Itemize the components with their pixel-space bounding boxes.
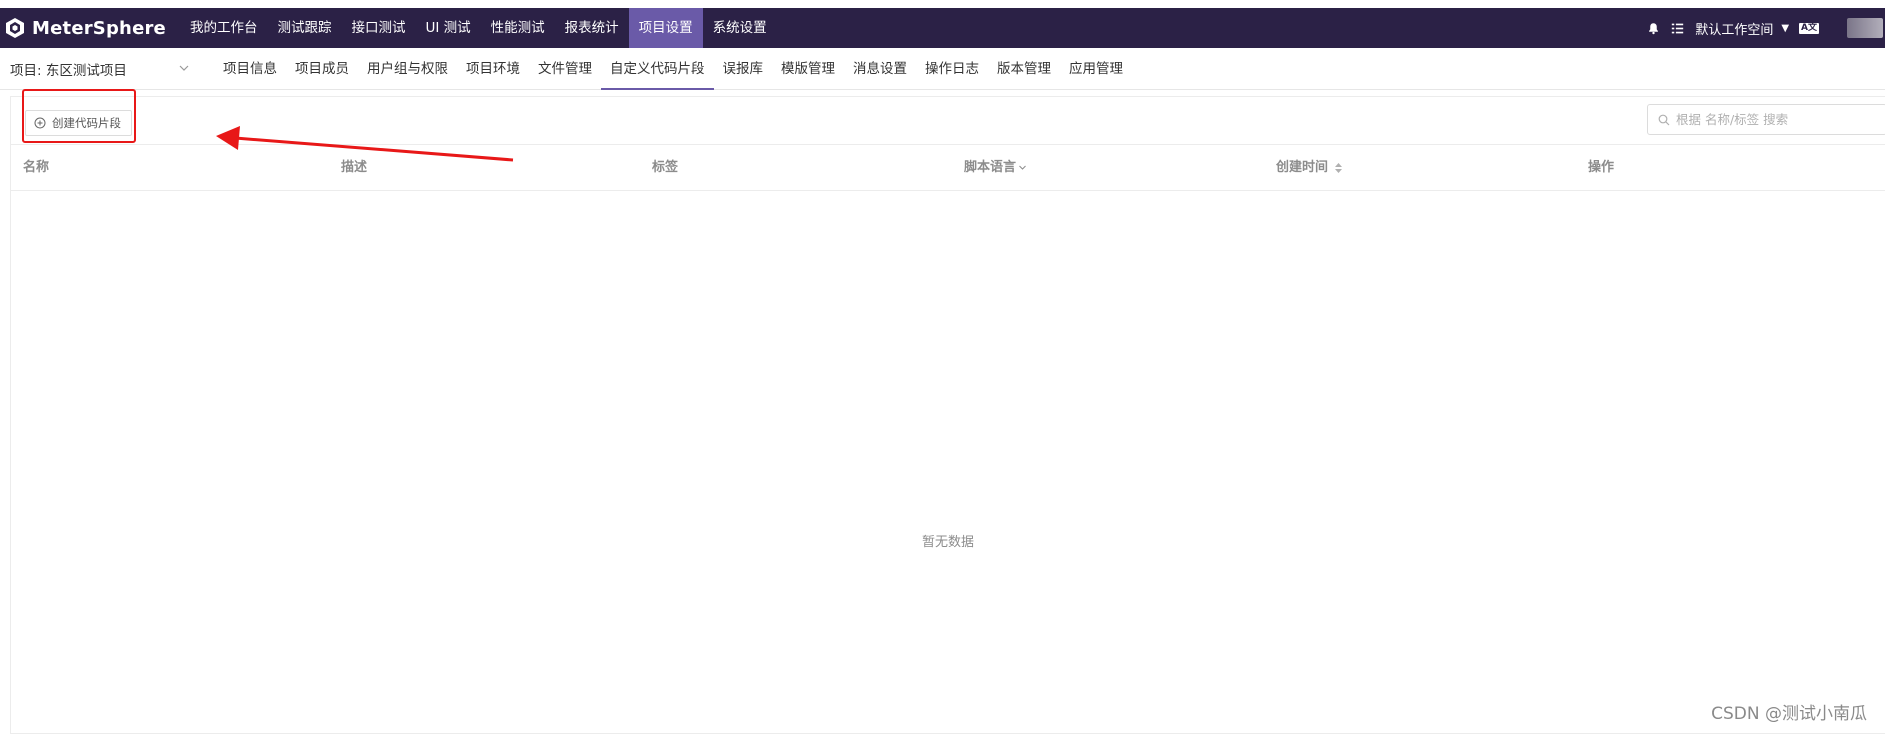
- empty-state: 暂无数据: [921, 535, 974, 550]
- tab-9[interactable]: 操作日志: [916, 48, 988, 90]
- tab-4[interactable]: 文件管理: [529, 48, 601, 90]
- tab-2[interactable]: 用户组与权限: [358, 48, 457, 90]
- topnav-item-1[interactable]: 测试跟踪: [268, 8, 342, 48]
- project-sub-nav: 项目: 东区测试项目 项目信息 项目成员 用户组与权限 项目环境 文件管理 自定义代码片段…: [0, 48, 1885, 90]
- topnav-item-7[interactable]: 系统设置: [703, 8, 777, 48]
- main-menu: 我的工作台 测试跟踪 接口测试 UI 测试 性能测试 报表统计 项目设置 系统设置: [180, 8, 777, 48]
- top-nav-bar: MeterSphere 我的工作台 测试跟踪 接口测试 UI 测试 性能测试 报表统计 项目…: [0, 8, 1885, 48]
- tab-5[interactable]: 自定义代码片段: [601, 48, 714, 90]
- search-input[interactable]: [1676, 112, 1876, 127]
- project-label: 项目: 东区测试项目: [10, 62, 127, 79]
- column-tags: 标签: [652, 160, 679, 175]
- create-snippet-button[interactable]: 创建代码片段: [25, 110, 132, 136]
- metersphere-logo-icon: [6, 18, 24, 38]
- project-settings-menu: 项目信息 项目成员 用户组与权限 项目环境 文件管理 自定义代码片段 误报库 模版管理 消息设置…: [214, 48, 1132, 90]
- tab-8[interactable]: 消息设置: [844, 48, 916, 90]
- app-logo[interactable]: MeterSphere: [0, 8, 180, 48]
- tab-10[interactable]: 版本管理: [988, 48, 1060, 90]
- table-toolbar: 创建代码片段: [11, 97, 1885, 145]
- snippet-panel: 创建代码片段 名称 描述 标签 脚本语言 创建时间 操作 暂无数据: [10, 96, 1885, 734]
- tab-1[interactable]: 项目成员: [286, 48, 358, 90]
- tab-3[interactable]: 项目环境: [457, 48, 529, 90]
- tab-7[interactable]: 模版管理: [772, 48, 844, 90]
- column-created-time[interactable]: 创建时间: [1276, 145, 1343, 191]
- topnav-item-3[interactable]: UI 测试: [416, 8, 481, 48]
- topnav-item-5[interactable]: 报表统计: [555, 8, 629, 48]
- topnav-item-2[interactable]: 接口测试: [342, 8, 416, 48]
- sort-icon[interactable]: [1334, 162, 1343, 174]
- column-description: 描述: [341, 160, 368, 175]
- avatar[interactable]: [1847, 18, 1883, 38]
- project-selector[interactable]: 项目: 东区测试项目: [0, 48, 210, 90]
- tab-0[interactable]: 项目信息: [214, 48, 286, 90]
- search-icon: [1658, 114, 1670, 125]
- column-actions: 操作: [1588, 160, 1615, 175]
- tab-11[interactable]: 应用管理: [1060, 48, 1132, 90]
- workspace-selector[interactable]: 默认工作空间: [1695, 19, 1773, 38]
- chevron-down-icon[interactable]: ▼: [1781, 23, 1789, 34]
- watermark: CSDN @测试小南瓜: [1711, 704, 1867, 724]
- search-field[interactable]: [1647, 104, 1885, 135]
- table-header: 名称 描述 标签 脚本语言 创建时间 操作: [11, 145, 1885, 191]
- topnav-item-4[interactable]: 性能测试: [481, 8, 555, 48]
- chevron-down-icon: [179, 65, 189, 71]
- topnav-item-0[interactable]: 我的工作台: [180, 8, 268, 48]
- bell-icon[interactable]: [1645, 20, 1661, 36]
- task-list-icon[interactable]: [1669, 20, 1685, 36]
- topnav-item-6[interactable]: 项目设置: [628, 8, 703, 48]
- tab-6[interactable]: 误报库: [714, 48, 773, 90]
- top-right-tools: 默认工作空间 ▼ A文: [1641, 8, 1885, 48]
- column-script-language[interactable]: 脚本语言: [964, 145, 1027, 191]
- column-name: 名称: [23, 160, 50, 175]
- create-snippet-label: 创建代码片段: [52, 116, 121, 130]
- app-name: MeterSphere: [32, 17, 166, 39]
- language-icon[interactable]: A文: [1799, 22, 1819, 34]
- filter-dropdown-icon[interactable]: [1018, 163, 1027, 172]
- add-circle-icon: [34, 117, 46, 129]
